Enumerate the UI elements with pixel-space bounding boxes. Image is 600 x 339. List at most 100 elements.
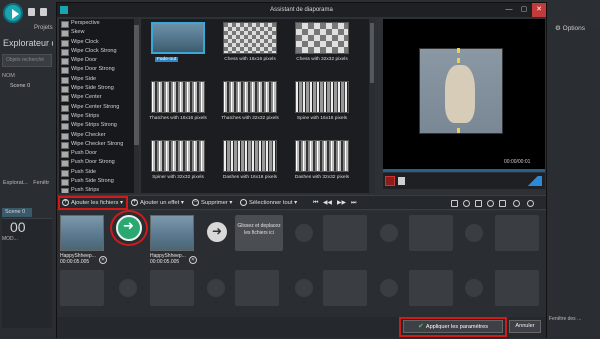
effect-list-item[interactable]: Perspective xyxy=(59,19,139,29)
preview-progress-bar[interactable] xyxy=(383,169,545,172)
empty-slide-slot xyxy=(323,215,367,251)
object-search-input[interactable]: Objets recherché xyxy=(2,54,52,67)
cancel-button[interactable]: Annuler xyxy=(509,320,541,333)
projects-menu[interactable]: Projets xyxy=(34,25,53,31)
transition-thumbnail xyxy=(151,140,205,172)
refresh-icon[interactable] xyxy=(513,200,520,207)
rotate-icon[interactable] xyxy=(463,200,470,207)
explorer-tab[interactable]: Explorat... xyxy=(3,180,28,186)
minimize-button[interactable]: — xyxy=(502,3,516,17)
add-files-highlight xyxy=(58,196,128,210)
effect-list-item[interactable]: Push Side xyxy=(59,168,139,178)
transition-item[interactable]: Chess with 16x16 pixels xyxy=(215,22,285,62)
add-effect-button[interactable]: + Ajouter un effet ▾ xyxy=(131,198,184,209)
empty-slide-slot xyxy=(150,270,194,306)
save-icon[interactable] xyxy=(40,8,47,16)
effect-list-item[interactable]: Wipe Side Strong xyxy=(59,84,139,94)
slide-thumbnail-1[interactable] xyxy=(60,215,104,251)
transition-label: Thatches with 16x16 pixels xyxy=(149,116,207,121)
minus-icon: − xyxy=(192,198,199,206)
app-logo-icon[interactable] xyxy=(3,3,23,23)
select-icon xyxy=(240,198,247,206)
transition-label: Thatches with 32x32 pixels xyxy=(221,116,279,121)
next-slide-icon[interactable]: ▶▶ xyxy=(337,198,346,209)
effect-list-item[interactable]: Wipe Strips xyxy=(59,112,139,122)
effects-icon[interactable] xyxy=(487,200,494,207)
dropdown-arrow-icon: ▾ xyxy=(292,200,298,206)
transition-item[interactable]: Fade-out xyxy=(143,22,213,62)
transition-thumbnail xyxy=(223,140,277,172)
transition-highlight xyxy=(110,210,148,246)
slideshow-wizard-dialog: Assistant de diaporama — ▢ ✕ Perspective… xyxy=(56,2,547,338)
effect-list-item[interactable]: Push Door xyxy=(59,149,139,159)
effect-list-item[interactable]: Wipe Center Strong xyxy=(59,103,139,112)
delete-button[interactable]: − Supprimer ▾ xyxy=(192,198,232,209)
volume-slider[interactable] xyxy=(520,176,542,186)
transition-item[interactable]: Thatches with 32x32 pixels xyxy=(215,81,285,121)
window-panel-label[interactable]: Fenêtre des ... xyxy=(549,316,581,322)
next-arrow-icon: ➜ xyxy=(207,222,227,242)
transition-item[interactable]: Spine with 16x16 pixels xyxy=(287,81,357,121)
plus-icon: + xyxy=(131,198,138,206)
options-label: Options xyxy=(562,25,586,32)
empty-transition-slot xyxy=(380,224,398,242)
first-slide-icon[interactable]: ⏮ xyxy=(313,198,318,209)
effect-list-item[interactable]: Skew xyxy=(59,28,139,38)
transition-grid-scroll-thumb[interactable] xyxy=(370,23,374,83)
close-button[interactable]: ✕ xyxy=(532,3,546,17)
timer-icon[interactable] xyxy=(527,200,534,207)
effect-list-item[interactable]: Wipe Center xyxy=(59,93,139,103)
crop-icon[interactable] xyxy=(451,200,458,207)
empty-slide-slot xyxy=(323,270,367,306)
effect-list-item[interactable]: Wipe Checker Strong xyxy=(59,140,139,150)
effect-list-item[interactable]: Wipe Clock Strong xyxy=(59,47,139,57)
transition-item[interactable]: Spiner with 32x32 pixels xyxy=(143,140,213,180)
slide-delete-icon-1[interactable]: ✕ xyxy=(99,256,107,264)
transition-label: Dashes with 32x32 pixels xyxy=(294,175,350,180)
transition-label: Spine with 16x16 pixels xyxy=(296,116,348,121)
transition-label: Chess with 16x16 pixels xyxy=(224,57,276,62)
effect-list-item[interactable]: Wipe Strips Strong xyxy=(59,121,139,131)
slide-thumbnail-2[interactable] xyxy=(150,215,194,251)
effect-list-item[interactable]: Wipe Door Strong xyxy=(59,65,139,75)
effect-list-item[interactable]: Push Side Strong xyxy=(59,177,139,187)
effect-list-item[interactable]: Push Strips xyxy=(59,186,139,193)
transition-item[interactable]: Thatches with 16x16 pixels xyxy=(143,81,213,121)
select-all-button[interactable]: Sélectionner tout ▾ xyxy=(240,198,297,209)
transition-thumbnail xyxy=(223,22,277,54)
effect-list-item[interactable]: Push Door Strong xyxy=(59,158,139,168)
stop-button[interactable] xyxy=(398,177,405,185)
track-label: MOD... xyxy=(2,236,18,242)
transition-item[interactable]: Dashes with 32x32 pixels xyxy=(287,140,357,180)
slide-delete-icon-2[interactable]: ✕ xyxy=(189,256,197,264)
transition-item[interactable]: Dashes with 16x16 pixels xyxy=(215,140,285,180)
color-icon[interactable] xyxy=(475,200,482,207)
add-effect-label: Ajouter un effet xyxy=(140,200,180,206)
window-tab[interactable]: Fenêtr xyxy=(33,180,49,186)
scene-tree-item[interactable]: Scene 0 xyxy=(10,83,30,89)
empty-transition-slot xyxy=(465,279,483,297)
options-menu[interactable]: ⚙ Options xyxy=(555,24,585,32)
transition-label: Spiner with 32x32 pixels xyxy=(152,175,204,180)
record-button[interactable] xyxy=(385,176,395,186)
empty-transition-slot xyxy=(380,279,398,297)
grid-icon[interactable] xyxy=(499,200,506,207)
transition-thumbnail xyxy=(295,22,349,54)
transition-item[interactable]: Chess with 32x32 pixels xyxy=(287,22,357,62)
effect-list-item[interactable]: Wipe Side xyxy=(59,75,139,85)
scene-tab[interactable]: Scene 0 xyxy=(2,208,32,217)
effect-list-item[interactable]: Wipe Checker xyxy=(59,131,139,140)
transition-thumbnail xyxy=(223,81,277,113)
maximize-button[interactable]: ▢ xyxy=(517,3,531,17)
prev-slide-icon[interactable]: ◀◀ xyxy=(323,198,332,209)
file-icon[interactable] xyxy=(28,8,35,16)
empty-transition-slot xyxy=(207,279,225,297)
transition-label: Chess with 32x32 pixels xyxy=(296,57,348,62)
last-slide-icon[interactable]: ⏭ xyxy=(351,198,356,209)
explorer-title: Explorateur de xyxy=(3,38,53,48)
effect-list-item[interactable]: Wipe Clock xyxy=(59,38,139,47)
effect-list-scroll-thumb[interactable] xyxy=(134,25,139,145)
transition-thumbnail xyxy=(151,81,205,113)
empty-transition-slot xyxy=(295,279,313,297)
effect-list-item[interactable]: Wipe Door xyxy=(59,56,139,66)
